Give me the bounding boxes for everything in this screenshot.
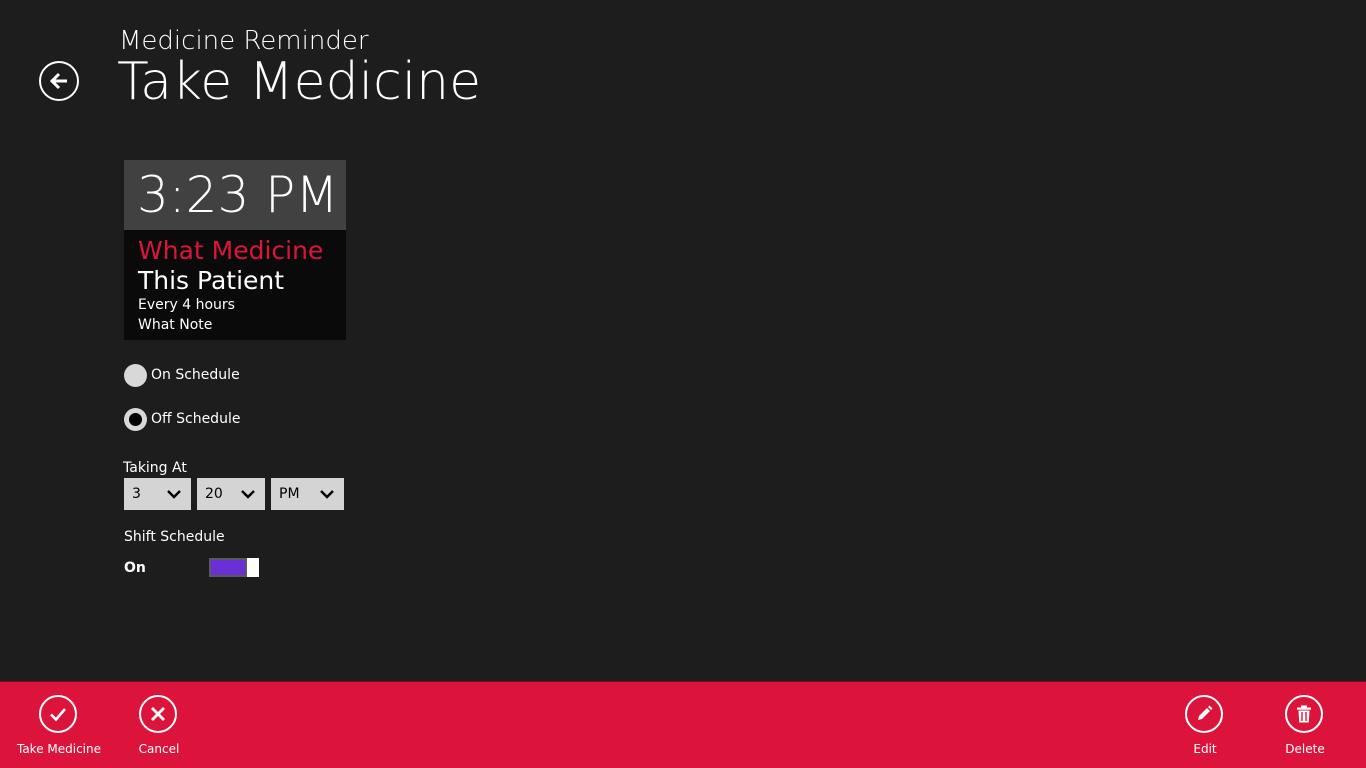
delete-button[interactable]: Delete	[1255, 682, 1355, 768]
shift-schedule-label: Shift Schedule	[124, 529, 225, 545]
chevron-down-icon	[241, 490, 255, 499]
minute-select[interactable]: 20	[197, 478, 265, 510]
pencil-icon	[1198, 705, 1213, 720]
taking-at-label: Taking At	[123, 460, 187, 476]
medicine-card: 3:23 PM What Medicine This Patient Every…	[124, 160, 346, 340]
edit-label: Edit	[1193, 742, 1217, 756]
cancel-label: Cancel	[138, 742, 180, 756]
shift-schedule-state: On	[124, 560, 146, 576]
checkmark-icon	[50, 708, 66, 722]
minute-value: 20	[205, 486, 223, 502]
on-schedule-radio[interactable]: On Schedule	[124, 363, 240, 387]
edit-button[interactable]: Edit	[1155, 682, 1255, 768]
page-title: Take Medicine	[117, 52, 482, 112]
medicine-name: What Medicine	[138, 236, 324, 265]
take-medicine-label: Take Medicine	[16, 742, 102, 756]
off-schedule-label: Off Schedule	[151, 411, 241, 427]
shift-schedule-toggle[interactable]	[209, 558, 259, 577]
back-arrow-icon	[49, 72, 67, 90]
delete-label: Delete	[1285, 742, 1325, 756]
on-schedule-label: On Schedule	[151, 367, 240, 383]
toggle-fill	[211, 560, 245, 575]
take-medicine-button[interactable]: Take Medicine	[9, 682, 109, 768]
period-select[interactable]: PM	[271, 478, 344, 510]
cancel-button[interactable]: Cancel	[109, 682, 209, 768]
chevron-down-icon	[167, 490, 181, 499]
cancel-circle	[139, 695, 177, 733]
checkmark-circle	[39, 695, 77, 733]
period-value: PM	[279, 486, 300, 502]
delete-circle	[1285, 695, 1323, 733]
patient-name: This Patient	[138, 266, 285, 295]
close-icon	[151, 707, 165, 721]
toggle-thumb[interactable]	[247, 558, 259, 577]
app-bar: Take Medicine Cancel Edit Delete	[0, 681, 1366, 768]
hour-select[interactable]: 3	[124, 478, 191, 510]
hour-value: 3	[132, 486, 141, 502]
medicine-note: What Note	[138, 317, 213, 333]
radio-checked-icon	[124, 407, 147, 431]
take-medicine-page: Medicine Reminder Take Medicine 3:23 PM …	[0, 0, 1366, 768]
radio-unchecked-icon	[124, 363, 147, 387]
back-button[interactable]	[39, 61, 79, 101]
chevron-down-icon	[320, 490, 334, 499]
reminder-time: 3:23 PM	[124, 160, 346, 230]
edit-circle	[1185, 695, 1223, 733]
trash-icon	[1297, 705, 1311, 723]
off-schedule-radio[interactable]: Off Schedule	[124, 407, 240, 431]
dose-frequency: Every 4 hours	[138, 297, 235, 313]
